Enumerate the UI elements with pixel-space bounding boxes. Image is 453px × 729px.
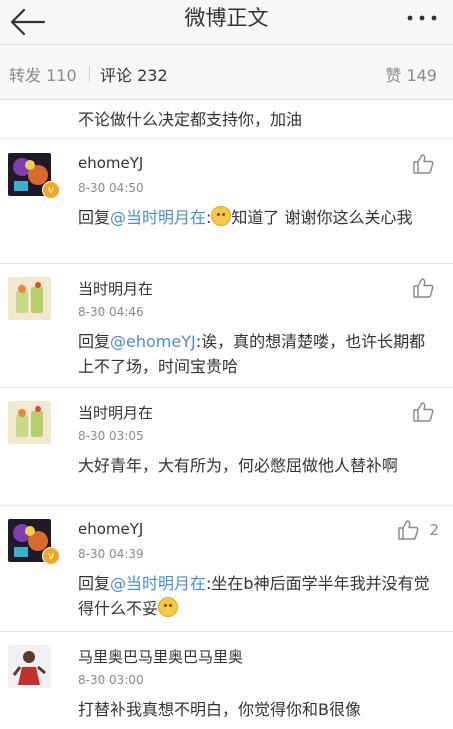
comment-time: 8-30 03:05 xyxy=(78,429,144,443)
comment-time: 8-30 04:46 xyxy=(78,305,144,319)
comment-item[interactable]: 马里奥巴马里奥巴马里奥 8-30 03:00 打替补我真想不明白，你觉得你和B很… xyxy=(0,631,453,729)
top-bar: 微博正文 xyxy=(0,0,453,45)
avatar[interactable] xyxy=(8,401,51,444)
mention-link[interactable]: @当时明月在 xyxy=(110,208,206,227)
like-icon[interactable] xyxy=(412,153,434,175)
verified-badge-icon: v xyxy=(42,547,60,565)
emoji-icon xyxy=(158,597,179,617)
tab-divider xyxy=(89,66,90,82)
more-dots-icon[interactable] xyxy=(405,8,439,28)
comment-author[interactable]: 马里奥巴马里奥巴马里奥 xyxy=(78,646,243,667)
comment-item[interactable]: 当时明月在 8-30 03:05 大好青年，大有所为，何必憋屈做他人替补啊 xyxy=(0,387,453,506)
comment-author[interactable]: ehomeYJ xyxy=(78,520,143,538)
comment-time: 8-30 03:00 xyxy=(78,673,144,687)
comment-author[interactable]: 当时明月在 xyxy=(78,278,153,299)
comment-item[interactable]: v ehomeYJ 8-30 04:39 2 回复@当时明月在:坐在b神后面学半… xyxy=(0,505,453,632)
comment-time: 8-30 04:39 xyxy=(78,547,144,561)
reply-text: 知道了 谢谢你这么关心我 xyxy=(231,208,413,227)
comment-item[interactable]: 当时明月在 8-30 04:46 回复@ehomeYJ:诶，真的想清楚喽，也许长… xyxy=(0,263,453,388)
comment-time: 8-30 04:50 xyxy=(78,181,144,195)
tabs-bar: 转发 110 评论 232 赞 149 xyxy=(0,45,453,100)
reply-prefix: 回复 xyxy=(78,574,111,593)
mention-link[interactable]: @ehomeYJ xyxy=(110,332,196,351)
like-count: 2 xyxy=(429,521,439,539)
avatar[interactable] xyxy=(8,645,51,688)
tab-likes[interactable]: 赞 149 xyxy=(385,62,437,86)
comment-text: 回复@当时明月在:坐在b神后面学半年我并没有觉得什么不妥 xyxy=(78,571,430,621)
like-icon[interactable] xyxy=(412,277,434,299)
comment-item[interactable]: v ehomeYJ 8-30 04:50 回复@当时明月在: 知道了 谢谢你这么关… xyxy=(0,139,453,264)
comment-text: 回复@当时明月在: 知道了 谢谢你这么关心我 xyxy=(78,205,430,230)
tab-comments[interactable]: 评论 232 xyxy=(100,62,168,86)
reply-prefix: 回复 xyxy=(78,332,111,351)
reply-prefix: 回复 xyxy=(78,208,111,227)
comment-author[interactable]: ehomeYJ xyxy=(78,154,143,172)
mention-link[interactable]: @当时明月在 xyxy=(110,574,206,593)
comment-item-partial[interactable]: 不论做什么决定都支持你，加油 xyxy=(0,100,453,139)
comment-text: 不论做什么决定都支持你，加油 xyxy=(78,110,303,129)
comment-text: 回复@ehomeYJ:诶，真的想清楚喽，也许长期都上不了场，时间宝贵哈 xyxy=(78,329,430,379)
verified-badge-icon: v xyxy=(42,181,60,199)
page-title: 微博正文 xyxy=(184,6,269,30)
comment-author[interactable]: 当时明月在 xyxy=(78,402,153,423)
comment-text: 打替补我真想不明白，你觉得你和B很像 xyxy=(78,700,361,719)
avatar[interactable] xyxy=(8,277,51,320)
like-icon[interactable] xyxy=(397,519,419,541)
emoji-icon xyxy=(211,206,232,226)
like-icon[interactable] xyxy=(412,401,434,423)
tab-repost[interactable]: 转发 110 xyxy=(9,62,77,86)
comment-text: 大好青年，大有所为，何必憋屈做他人替补啊 xyxy=(78,456,399,475)
